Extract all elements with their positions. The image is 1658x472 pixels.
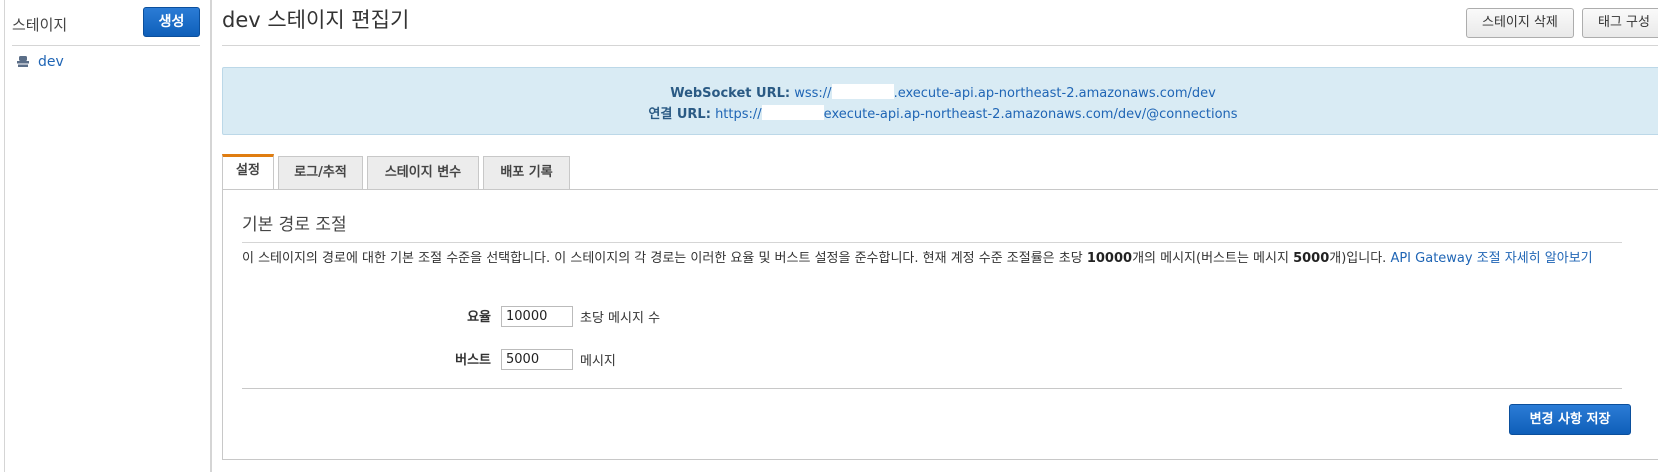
burst-label: 버스트 [455, 353, 491, 368]
tab-logs-tracing[interactable]: 로그/추적 [278, 156, 363, 189]
burst-unit: 메시지 [580, 354, 616, 369]
learn-more-link[interactable]: API Gateway 조절 자세히 알아보기 [1390, 251, 1592, 266]
burst-input[interactable] [501, 349, 573, 370]
websocket-url-suffix: .execute-api.ap-northeast-2.amazonaws.co… [893, 86, 1216, 101]
desc-text: 개의 메시지(버스트는 메시지 [1132, 251, 1294, 266]
save-changes-button[interactable]: 변경 사항 저장 [1509, 404, 1631, 435]
sidebar-item-dev[interactable]: dev [16, 52, 64, 72]
url-info-banner: WebSocket URL: wss:// .execute-api.ap-nor… [222, 67, 1658, 135]
redacted-block [831, 84, 894, 99]
rate-input[interactable] [501, 306, 573, 327]
websocket-url-prefix: wss:// [794, 86, 832, 101]
header-divider [222, 45, 1658, 46]
sidebar: 스테이지 생성 dev [0, 0, 211, 472]
redacted-block [761, 105, 824, 120]
section-title: 기본 경로 조절 [242, 215, 347, 235]
tab-settings[interactable]: 설정 [222, 154, 274, 189]
desc-text: 이 스테이지의 경로에 대한 기본 조절 수준을 선택합니다. 이 스테이지의 … [242, 251, 1087, 266]
tab-stage-variables[interactable]: 스테이지 변수 [367, 156, 479, 189]
connection-url-prefix: https:// [715, 107, 762, 122]
websocket-url-label: WebSocket URL: [670, 86, 791, 101]
stage-icon [16, 53, 30, 72]
desc-burst: 5000 [1293, 251, 1330, 266]
desc-rate: 10000 [1086, 251, 1133, 266]
connection-url-suffix: execute-api.ap-northeast-2.amazonaws.com… [823, 107, 1238, 122]
desc-text: 개)입니다. [1329, 251, 1391, 266]
create-stage-button[interactable]: 생성 [143, 7, 200, 37]
rate-label: 요율 [467, 310, 491, 325]
websocket-url-line: WebSocket URL: wss:// .execute-api.ap-nor… [223, 84, 1658, 101]
connection-url-line: 연결 URL: https:// execute-api.ap-northeast… [223, 103, 1658, 122]
delete-stage-button[interactable]: 스테이지 삭제 [1466, 8, 1574, 38]
sidebar-edge [0, 0, 5, 472]
rate-unit: 초당 메시지 수 [580, 311, 661, 326]
throttling-description: 이 스테이지의 경로에 대한 기본 조절 수준을 선택합니다. 이 스테이지의 … [242, 249, 1637, 268]
tab-deployment-history[interactable]: 배포 기록 [483, 156, 570, 189]
configure-tags-button[interactable]: 태그 구성 [1582, 8, 1658, 38]
page-title: dev 스테이지 편집기 [222, 8, 410, 32]
section-divider [242, 242, 1622, 243]
sidebar-title: 스테이지 [12, 16, 68, 34]
settings-panel [222, 190, 1658, 460]
sidebar-item-label: dev [38, 54, 64, 70]
connection-url-label: 연결 URL: [648, 107, 711, 122]
sidebar-divider [12, 45, 200, 46]
main-separator [211, 0, 212, 472]
form-divider [242, 388, 1622, 389]
